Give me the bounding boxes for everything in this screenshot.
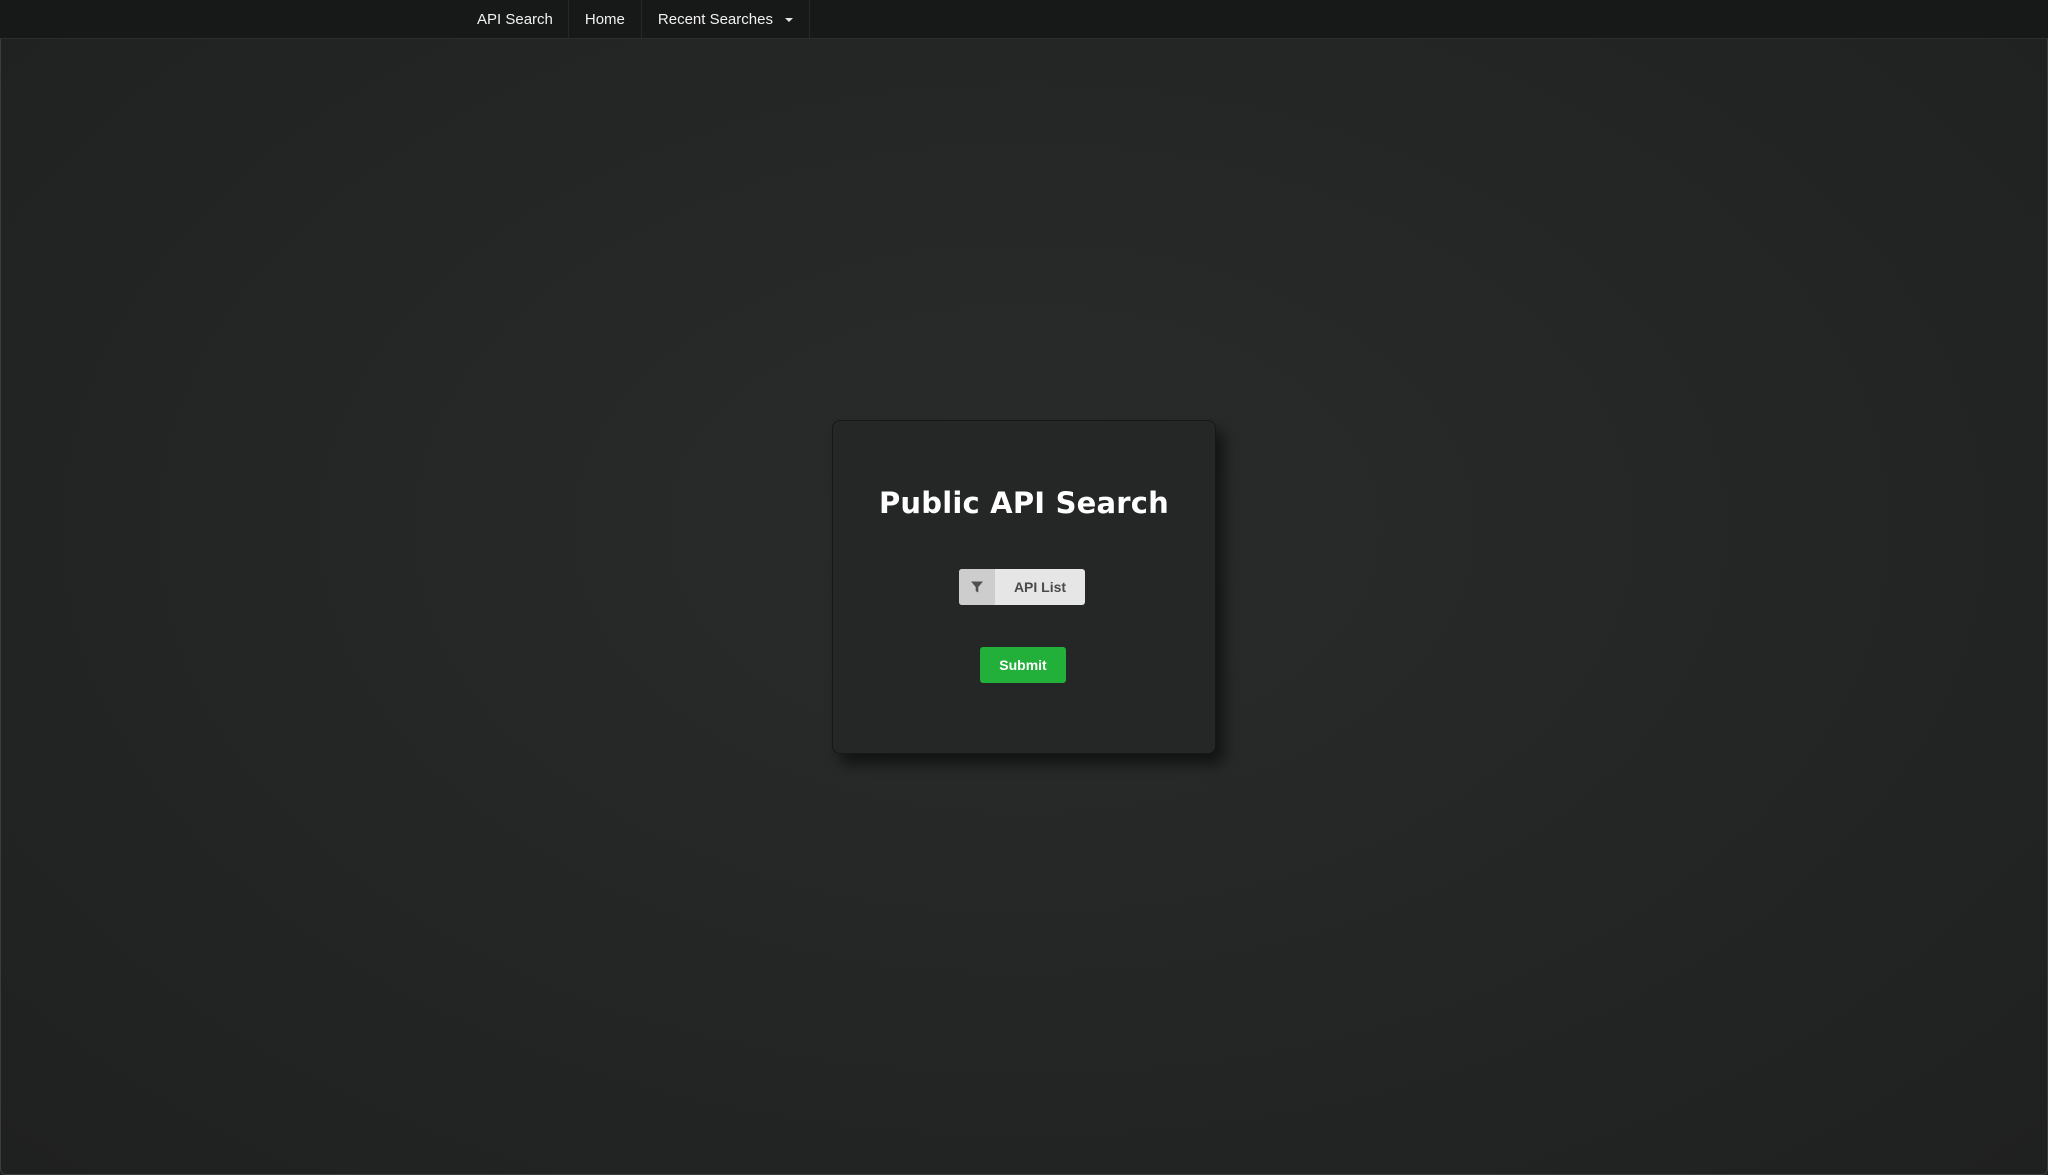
api-list-filter-button[interactable]: API List	[959, 569, 1085, 605]
filter-icon	[959, 569, 995, 605]
nav-item-home-label: Home	[584, 10, 625, 28]
nav-item-recent-searches[interactable]: Recent Searches	[640, 0, 810, 38]
navbar-brand[interactable]: API Search	[464, 0, 568, 38]
page-title: Public API Search	[878, 486, 1170, 520]
caret-down-icon	[784, 18, 793, 22]
navbar-items: API Search Home Recent Searches	[464, 0, 810, 38]
search-card: Public API Search API List Submit	[832, 420, 1216, 754]
api-list-label: API List	[1013, 579, 1067, 595]
top-navbar: API Search Home Recent Searches	[0, 0, 2048, 39]
nav-item-recent-searches-label: Recent Searches	[657, 10, 773, 28]
nav-item-home[interactable]: Home	[567, 0, 641, 38]
submit-button[interactable]: Submit	[980, 647, 1066, 683]
